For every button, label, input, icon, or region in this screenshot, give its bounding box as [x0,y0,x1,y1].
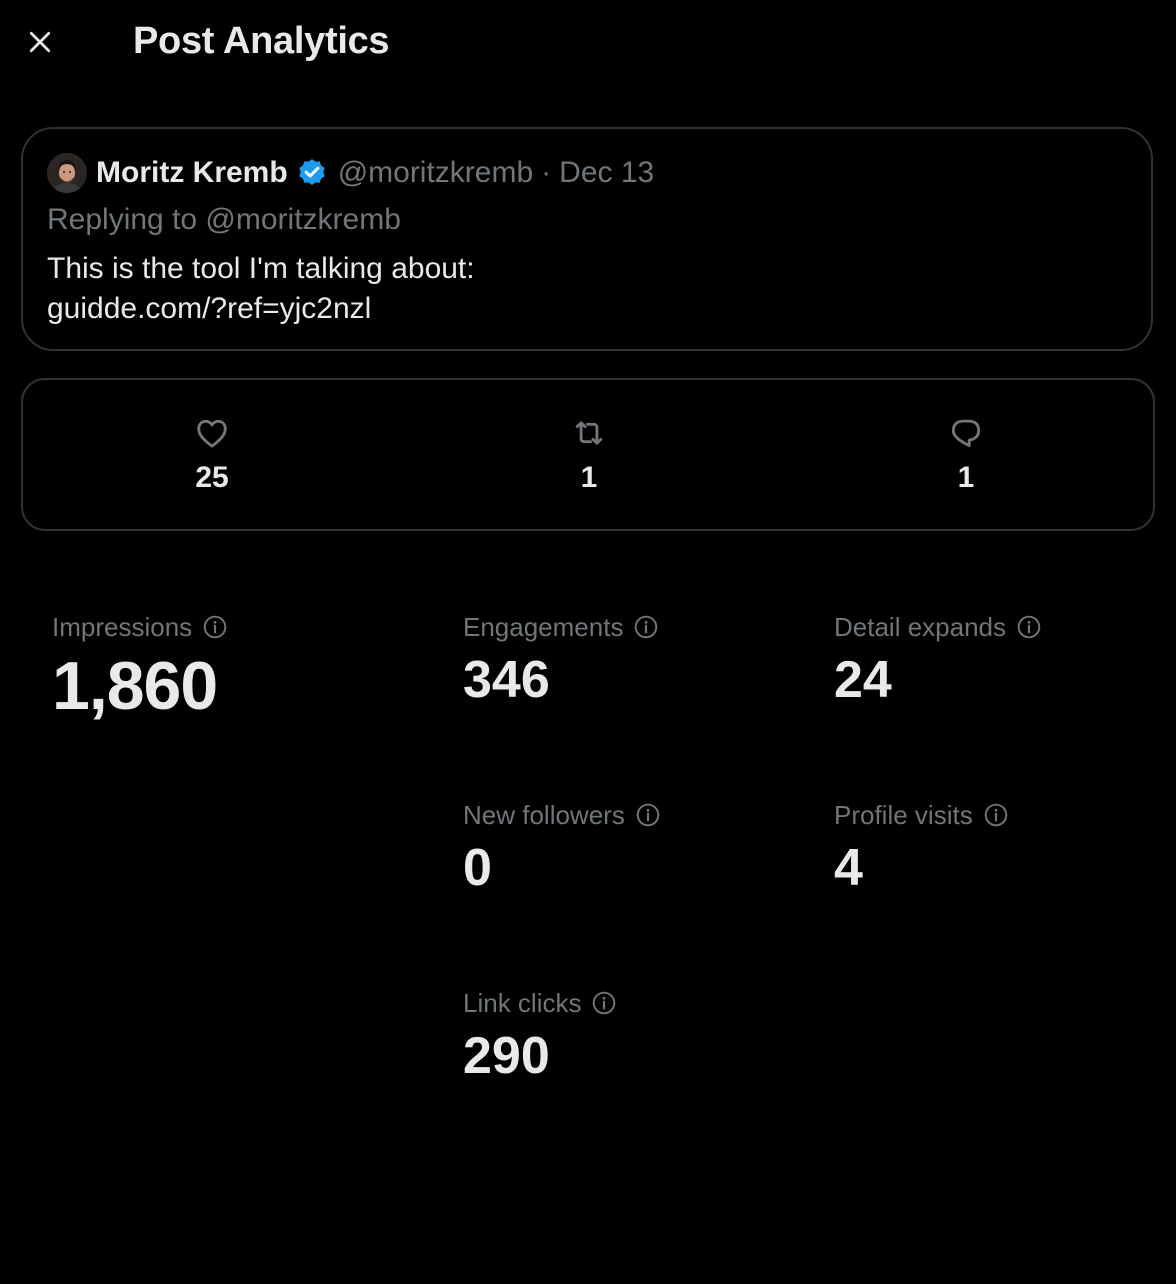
info-icon[interactable] [983,802,1009,828]
author-handle[interactable]: @moritzkremb [338,156,533,190]
metric-label: Detail expands [834,611,1006,642]
metric-link-clicks: Link clicks 290 [463,988,617,1086]
avatar-image [47,153,87,193]
info-icon[interactable] [1016,614,1042,640]
header: Post Analytics [0,0,1176,84]
page-title: Post Analytics [133,20,390,62]
metric-value: 0 [463,839,492,897]
close-icon [29,31,51,53]
likes-value: 25 [195,461,229,494]
info-icon[interactable] [635,802,661,828]
info-icon[interactable] [633,614,659,640]
post-date[interactable]: Dec 13 [559,156,654,190]
reply-icon [951,419,981,448]
post-card[interactable]: Moritz Kremb @moritzkremb · Dec 13 Reply… [21,127,1153,351]
verified-badge-icon[interactable] [296,157,328,189]
metric-new-followers: New followers 0 [463,800,661,898]
metric-label: New followers [463,799,625,830]
post-header: Moritz Kremb @moritzkremb · Dec 13 [47,153,654,193]
metric-engagements: Engagements 346 [463,612,659,710]
metric-value: 1,860 [52,648,218,724]
post-body: This is the tool I'm talking about: guid… [47,249,475,329]
meta-separator: · [541,156,552,189]
metric-value: 24 [834,651,892,709]
info-icon[interactable] [202,614,228,640]
metric-label: Link clicks [463,987,582,1018]
replying-to[interactable]: Replying to @moritzkremb [47,203,401,237]
engagement-counts: 25 1 1 [21,378,1155,531]
close-button[interactable] [14,16,66,68]
info-icon[interactable] [591,990,617,1016]
heart-icon [197,419,227,448]
replies-count[interactable]: 1 [906,414,1026,496]
metric-label: Profile visits [834,799,973,830]
replies-value: 1 [957,461,975,494]
metric-impressions: Impressions 1,860 [52,612,228,724]
post-link[interactable]: guidde.com/?ref=yjc2nzl [47,289,475,329]
likes-count[interactable]: 25 [152,414,272,496]
avatar[interactable] [47,153,87,193]
metric-label: Engagements [463,611,624,642]
metric-value: 346 [463,651,550,709]
metric-label: Impressions [52,611,193,642]
reposts-value: 1 [580,461,598,494]
metric-value: 4 [834,839,863,897]
repost-icon [575,421,603,445]
metric-profile-visits: Profile visits 4 [834,800,1009,898]
author-name[interactable]: Moritz Kremb [96,156,288,190]
reposts-count[interactable]: 1 [529,414,649,496]
metric-value: 290 [463,1027,550,1085]
metric-detail-expands: Detail expands 24 [834,612,1042,710]
post-text: This is the tool I'm talking about: [47,252,475,285]
